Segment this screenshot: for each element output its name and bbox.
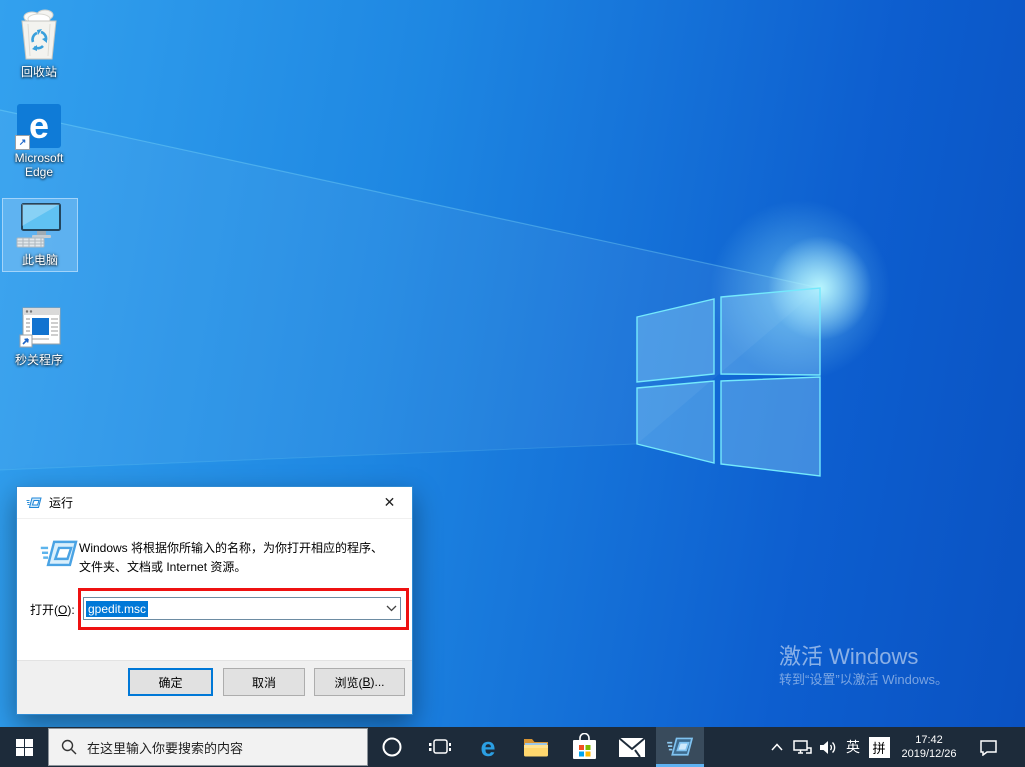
start-button[interactable] — [0, 727, 48, 767]
taskbar-store-button[interactable] — [560, 727, 608, 767]
browse-label-pre: 浏览( — [334, 675, 363, 690]
watermark-line1: 激活 Windows — [779, 644, 919, 669]
tray-network[interactable] — [789, 727, 815, 767]
chevron-down-icon[interactable] — [382, 605, 400, 612]
close-glyph: ✕ — [383, 494, 396, 510]
run-dialog-titlebar[interactable]: 运行 ✕ — [17, 487, 412, 519]
activate-windows-watermark: 激活 Windows 转到“设置”以激活 Windows。 — [779, 644, 948, 690]
run-dialog-icon — [26, 497, 42, 508]
chevron-up-icon — [771, 743, 783, 751]
ime-language-label: 英 — [846, 739, 860, 755]
search-placeholder: 在这里输入你要搜索的内容 — [87, 740, 244, 756]
open-label-pre: 打开( — [30, 603, 58, 617]
desktop-icon-program[interactable]: 秒关程序 — [1, 300, 77, 367]
system-tray: 英 拼 17:42 2019/12/26 — [765, 727, 1025, 767]
mail-icon — [619, 737, 645, 757]
run-command-input-value[interactable]: gpedit.msc — [86, 600, 149, 617]
search-icon — [61, 739, 77, 755]
browse-button[interactable]: 浏览(B)... — [314, 668, 405, 696]
tray-time: 17:42 — [915, 734, 943, 746]
desktop-icon-microsoft-edge[interactable]: e ↗ Microsoft Edge — [1, 100, 77, 179]
run-dialog: 运行 ✕ Windows 将根据你所输入的名称，为你打开相应的程序、文件夹、文档… — [16, 486, 413, 715]
run-dialog-footer: 确定 取消 浏览(B)... — [17, 660, 412, 714]
ime-mode-label: 拼 — [868, 736, 890, 758]
open-label-post: ): — [67, 603, 75, 617]
ok-button[interactable]: 确定 — [128, 668, 213, 696]
run-command-combobox[interactable]: gpedit.msc — [83, 597, 401, 620]
desktop-icon-label: 回收站 — [20, 65, 57, 79]
taskbar-file-explorer-button[interactable] — [512, 727, 560, 767]
desktop-icon-recycle-bin[interactable]: 回收站 — [1, 4, 77, 79]
task-view-button[interactable] — [416, 727, 464, 767]
close-icon[interactable]: ✕ — [367, 488, 412, 518]
tray-ime-mode[interactable]: 拼 — [865, 727, 893, 767]
ok-button-label: 确定 — [158, 675, 183, 690]
run-dialog-title: 运行 — [49, 496, 74, 510]
desktop-icon-this-pc[interactable]: 此电脑 — [2, 198, 78, 272]
taskbar-edge-button[interactable]: e — [464, 727, 512, 767]
taskbar-run-button-active[interactable] — [656, 727, 704, 767]
show-desktop-edge[interactable] — [1011, 727, 1025, 767]
cancel-button[interactable]: 取消 — [223, 668, 305, 696]
volume-icon — [819, 740, 835, 754]
taskbar-search-input[interactable]: 在这里输入你要搜索的内容 — [48, 728, 368, 766]
run-icon — [667, 737, 694, 756]
edge-icon: e ↗ — [15, 104, 61, 150]
desktop-icon-label: 秒关程序 — [14, 353, 63, 367]
tray-date: 2019/12/26 — [901, 748, 957, 760]
tray-clock[interactable]: 17:42 2019/12/26 — [893, 727, 965, 767]
cortana-icon — [382, 737, 402, 757]
tray-show-hidden-icons[interactable] — [765, 727, 789, 767]
desktop-icon-label: Microsoft Edge — [14, 151, 64, 179]
file-explorer-icon — [524, 739, 548, 757]
edge-letter: e — [28, 105, 50, 146]
cortana-button[interactable] — [368, 727, 416, 767]
this-pc-icon — [16, 203, 61, 248]
edge-icon: e — [480, 731, 496, 762]
browse-label-post: )... — [370, 675, 385, 689]
tray-ime-language[interactable]: 英 — [841, 727, 865, 767]
microsoft-store-icon — [572, 733, 596, 759]
recycle-bin-icon — [21, 9, 57, 60]
open-label: 打开(O): — [30, 601, 75, 618]
taskbar: 在这里输入你要搜索的内容 e 英 拼 17:42 2019/12/26 — [0, 727, 1025, 767]
program-window-icon — [19, 307, 61, 348]
taskbar-mail-button[interactable] — [608, 727, 656, 767]
browse-accesskey: B — [362, 675, 371, 689]
notification-icon — [979, 739, 997, 756]
tray-volume[interactable] — [815, 727, 841, 767]
network-icon — [792, 739, 812, 754]
run-dialog-message: Windows 将根据你所输入的名称，为你打开相应的程序、文件夹、文档或 Int… — [79, 541, 384, 574]
shortcut-arrow-icon: ↗ — [15, 135, 30, 150]
run-icon — [40, 540, 78, 567]
open-label-accesskey: O — [58, 603, 68, 617]
watermark-line2: 转到“设置”以激活 Windows。 — [779, 672, 949, 687]
cancel-button-label: 取消 — [251, 675, 276, 690]
action-center-button[interactable] — [965, 727, 1011, 767]
windows-start-icon — [15, 738, 33, 756]
desktop-icon-label: 此电脑 — [21, 253, 58, 267]
task-view-icon — [429, 739, 451, 754]
